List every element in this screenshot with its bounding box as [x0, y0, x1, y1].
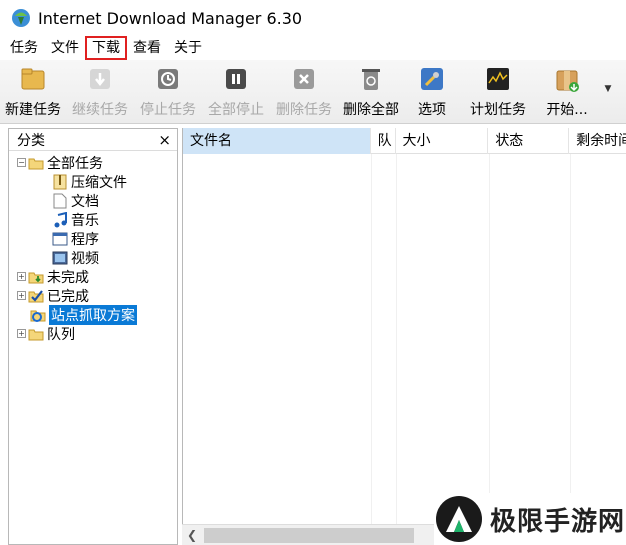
stop-all-icon [221, 64, 251, 94]
stop-icon [153, 64, 183, 94]
tree-item-queues[interactable]: + 队列 [9, 324, 177, 343]
expand-toggle-icon[interactable]: + [17, 272, 26, 281]
toolbar: 新建任务 继续任务 停止任务 全部停止 删除任务 删除全部 选项 计划任务 开始… [0, 60, 626, 124]
stop-task-button[interactable]: 停止任务 [134, 60, 202, 124]
column-header-size[interactable]: 大小 [396, 128, 489, 154]
document-icon [52, 193, 68, 209]
column-header-time-left[interactable]: 剩余时间 [569, 128, 626, 154]
tree-item-music[interactable]: 音乐 [9, 210, 177, 229]
download-list: 文件名 队 大小 状态 剩余时间 [182, 128, 626, 545]
menu-about[interactable]: 关于 [168, 37, 208, 59]
title-bar: Internet Download Manager 6.30 [0, 0, 626, 36]
folder-open-icon [28, 155, 44, 171]
category-pane: 分类 × − 全部任务 压缩文件 文档 音乐 程序 视频 + 未完成 + 已完成… [8, 128, 178, 545]
archive-icon [52, 174, 68, 190]
menu-view[interactable]: 查看 [127, 37, 167, 59]
tree-item-programs[interactable]: 程序 [9, 229, 177, 248]
delete-task-button[interactable]: 删除任务 [270, 60, 338, 124]
new-task-button[interactable]: 新建任务 [0, 60, 66, 124]
tree-item-videos[interactable]: 视频 [9, 248, 177, 267]
close-icon[interactable]: × [158, 131, 171, 149]
column-header-queue[interactable]: 队 [371, 128, 396, 154]
menu-download[interactable]: 下载 [85, 36, 127, 60]
delete-all-icon [356, 64, 386, 94]
tree-item-unfinished[interactable]: + 未完成 [9, 267, 177, 286]
category-pane-header: 分类 × [9, 129, 177, 151]
tree-item-site-grabber[interactable]: 站点抓取方案 [9, 304, 177, 325]
column-header-filename[interactable]: 文件名 [183, 128, 371, 154]
options-button[interactable]: 选项 [404, 60, 460, 124]
site-grabber-icon [30, 307, 46, 323]
scheduler-button[interactable]: 计划任务 [460, 60, 536, 124]
tree-item-finished[interactable]: + 已完成 [9, 286, 177, 305]
tree-item-archives[interactable]: 压缩文件 [9, 172, 177, 191]
new-task-icon [18, 64, 48, 94]
menu-file[interactable]: 文件 [45, 37, 85, 59]
unfinished-folder-icon [28, 269, 44, 285]
queue-folder-icon [28, 326, 44, 342]
tree-item-documents[interactable]: 文档 [9, 191, 177, 210]
column-header-status[interactable]: 状态 [488, 128, 570, 154]
list-body[interactable] [183, 154, 626, 524]
delete-icon [289, 64, 319, 94]
watermark: 极限手游网 [434, 493, 626, 545]
window-title: Internet Download Manager 6.30 [38, 8, 303, 28]
watermark-logo-icon [436, 496, 482, 542]
collapse-toggle-icon[interactable]: − [17, 158, 26, 167]
toolbar-overflow-arrow-icon[interactable]: ▼ [598, 60, 618, 123]
menu-bar: 任务 文件 下载 查看 关于 [0, 36, 626, 60]
finished-folder-icon [28, 288, 44, 304]
program-icon [52, 231, 68, 247]
idm-app-icon [10, 7, 32, 29]
scroll-left-arrow-icon[interactable]: ❮ [182, 525, 202, 545]
resume-task-button[interactable]: 继续任务 [66, 60, 134, 124]
video-icon [52, 250, 68, 266]
expand-toggle-icon[interactable]: + [17, 291, 26, 300]
category-tree: − 全部任务 压缩文件 文档 音乐 程序 视频 + 未完成 + 已完成 站点抓取… [9, 151, 177, 343]
stop-all-button[interactable]: 全部停止 [202, 60, 270, 124]
menu-task[interactable]: 任务 [4, 37, 44, 59]
expand-toggle-icon[interactable]: + [17, 329, 26, 338]
options-icon [417, 64, 447, 94]
delete-all-button[interactable]: 删除全部 [338, 60, 404, 124]
music-icon [52, 211, 68, 228]
scrollbar-thumb[interactable] [204, 527, 414, 543]
start-queue-button[interactable]: 开始... [536, 60, 598, 124]
scheduler-icon [483, 64, 513, 94]
tree-item-all-tasks[interactable]: − 全部任务 [9, 153, 177, 172]
watermark-text: 极限手游网 [490, 506, 626, 537]
resume-icon [85, 64, 115, 94]
category-pane-title: 分类 [17, 132, 45, 149]
start-queue-icon [552, 64, 582, 94]
list-header: 文件名 队 大小 状态 剩余时间 [183, 128, 626, 154]
